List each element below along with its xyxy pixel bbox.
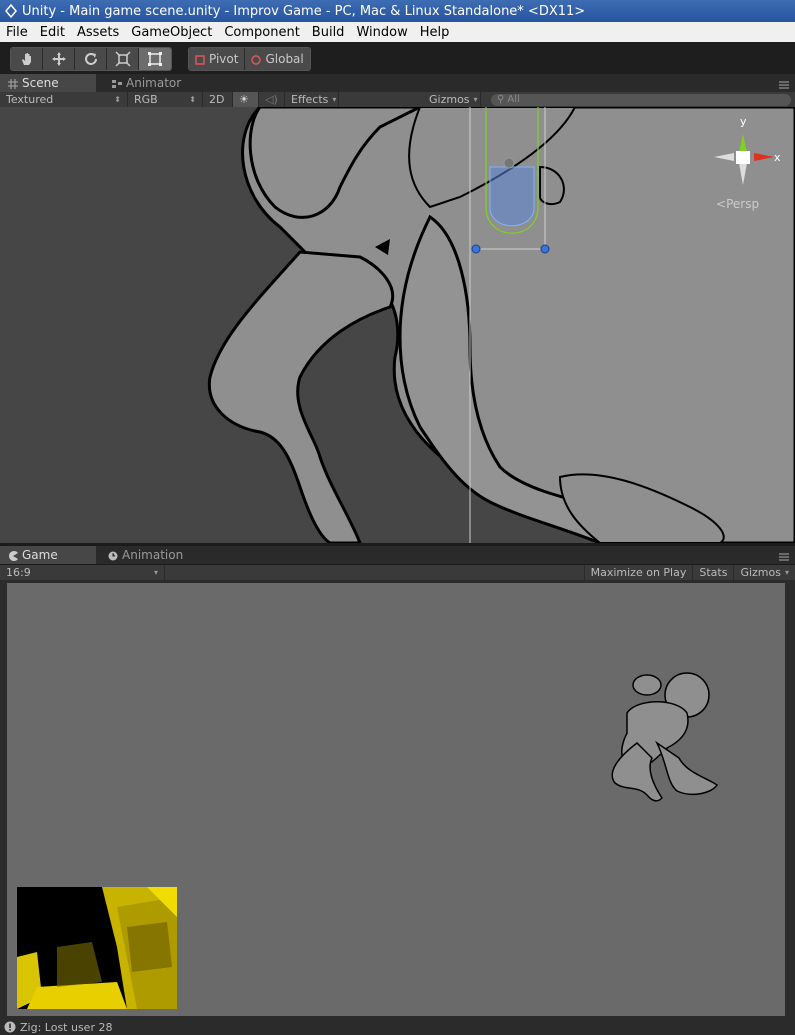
game-gizmos-label: Gizmos: [740, 566, 781, 579]
tab-game[interactable]: Game: [0, 546, 96, 564]
scene-view[interactable]: y x <Persp: [0, 107, 795, 543]
scene-character-render: [207, 107, 795, 543]
hand-icon: [21, 53, 31, 65]
caret-down-icon: ▾: [473, 95, 478, 104]
tab-animator-label: Animator: [126, 76, 182, 90]
globe-icon: [251, 54, 262, 65]
pivot-toggle-group: Pivot Global: [188, 47, 311, 71]
menu-gameobject[interactable]: GameObject: [125, 25, 218, 40]
draw-mode-dropdown[interactable]: Textured ⬍: [0, 92, 128, 107]
toggle-2d-button[interactable]: 2D: [203, 92, 233, 107]
tab-scene-label: Scene: [22, 76, 59, 90]
menu-help[interactable]: Help: [414, 25, 456, 40]
scene-gizmos-label: Gizmos: [429, 93, 470, 106]
global-button[interactable]: Global: [245, 48, 310, 70]
game-tab-bar: Game Animation: [0, 546, 795, 564]
grid-icon: [8, 78, 18, 89]
search-placeholder: All: [507, 94, 520, 105]
caret-down-icon: ▾: [332, 95, 337, 104]
effects-dropdown[interactable]: Effects ▾: [285, 92, 339, 107]
orientation-gizmo[interactable]: y x <Persp: [712, 115, 786, 211]
tab-animation[interactable]: Animation: [100, 546, 191, 564]
gizmo-x-label: x: [774, 151, 781, 164]
pacman-icon: [8, 550, 18, 561]
gizmo-y-label: y: [740, 115, 747, 128]
maximize-on-play-toggle[interactable]: Maximize on Play: [583, 565, 694, 580]
lighting-toggle[interactable]: ☀: [233, 92, 259, 107]
main-toolbar: Pivot Global: [0, 42, 795, 76]
menu-assets[interactable]: Assets: [71, 25, 125, 40]
aspect-value: 16:9: [6, 566, 31, 579]
transform-tools: [10, 47, 172, 71]
panel-menu-icon[interactable]: [779, 550, 789, 561]
pivot-icon: [195, 54, 205, 65]
stats-toggle[interactable]: Stats: [693, 565, 735, 580]
stats-label: Stats: [699, 566, 728, 579]
less-than-icon: <: [716, 197, 727, 211]
mode-2d-label: 2D: [209, 93, 225, 106]
menu-edit[interactable]: Edit: [34, 25, 71, 40]
tab-animation-label: Animation: [122, 548, 184, 562]
speaker-icon: ◁): [265, 93, 278, 106]
rotate-icon: [84, 53, 97, 65]
window-title-bar: Unity - Main game scene.unity - Improv G…: [0, 0, 795, 22]
tab-scene[interactable]: Scene: [0, 74, 96, 92]
global-label: Global: [265, 52, 304, 66]
panel-menu-icon[interactable]: [779, 78, 789, 89]
maximize-label: Maximize on Play: [590, 566, 687, 579]
rotate-tool-button[interactable]: [75, 48, 107, 70]
menu-window[interactable]: Window: [350, 25, 413, 40]
menu-bar: File Edit Assets GameObject Component Bu…: [0, 22, 795, 42]
depth-camera-preview: [17, 887, 177, 1009]
scene-toolbar: Textured ⬍ RGB ⬍ 2D ☀ ◁) Effects ▾ Gizmo…: [0, 92, 795, 107]
channel-value: RGB: [134, 93, 158, 106]
menu-component[interactable]: Component: [218, 25, 305, 40]
caret-down-icon: ▾: [153, 568, 158, 577]
pivot-button[interactable]: Pivot: [189, 48, 246, 70]
status-bar[interactable]: Zig: Lost user 28: [0, 1019, 795, 1035]
tab-animator[interactable]: Animator: [104, 74, 189, 92]
status-message: Zig: Lost user 28: [20, 1020, 113, 1034]
scene-gizmos-dropdown[interactable]: Gizmos ▾: [423, 92, 481, 107]
aspect-dropdown[interactable]: 16:9 ▾: [0, 565, 165, 580]
channel-dropdown[interactable]: RGB ⬍: [128, 92, 203, 107]
game-toolbar: 16:9 ▾ Maximize on Play Stats Gizmos ▾: [0, 565, 795, 580]
hand-tool-button[interactable]: [11, 48, 43, 70]
move-icon: [51, 52, 66, 66]
projection-label[interactable]: <Persp: [716, 197, 759, 211]
scene-tab-bar: Scene Animator: [0, 74, 795, 92]
depth-image: [17, 887, 177, 1009]
menu-build[interactable]: Build: [306, 25, 351, 40]
animator-icon: [112, 78, 122, 88]
unity-logo-icon: [4, 4, 18, 18]
game-gizmos-dropdown[interactable]: Gizmos ▾: [734, 565, 795, 580]
search-icon: ⚲: [497, 94, 505, 105]
caret-down-icon: ▾: [784, 568, 789, 577]
draw-mode-value: Textured: [6, 93, 54, 106]
tab-game-label: Game: [22, 548, 58, 562]
hierarchy-search-input[interactable]: ⚲ All: [491, 93, 791, 106]
clock-icon: [108, 550, 118, 561]
sun-icon: ☀: [239, 93, 249, 106]
rect-icon: [148, 52, 162, 66]
updown-caret-icon: ⬍: [114, 95, 121, 104]
effects-label: Effects: [291, 93, 329, 106]
info-icon: [4, 1021, 16, 1033]
menu-file[interactable]: File: [0, 25, 34, 40]
rect-tool-button[interactable]: [139, 48, 171, 70]
pivot-label: Pivot: [209, 52, 239, 66]
updown-caret-icon: ⬍: [189, 95, 196, 104]
scale-icon: [114, 51, 131, 67]
projection-text: Persp: [726, 197, 760, 211]
move-tool-button[interactable]: [43, 48, 75, 70]
scale-tool-button[interactable]: [107, 48, 139, 70]
audio-toggle[interactable]: ◁): [259, 92, 285, 107]
window-title: Unity - Main game scene.unity - Improv G…: [22, 3, 586, 19]
